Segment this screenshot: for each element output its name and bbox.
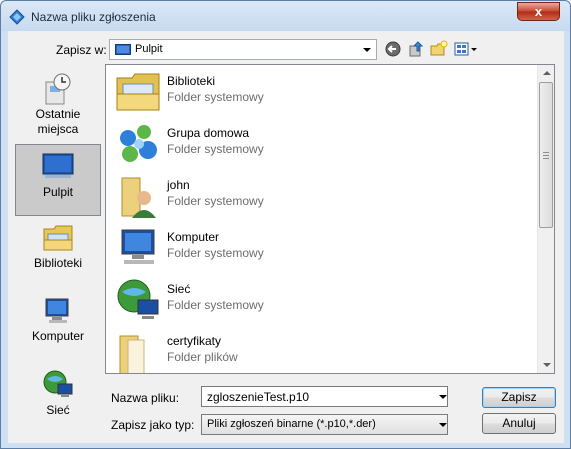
desktop-icon	[42, 153, 74, 178]
certificate-icon	[9, 9, 25, 25]
window-title: Nazwa pliku zgłoszenia	[31, 10, 156, 24]
list-item[interactable]: Komputer Folder systemowy	[106, 221, 536, 273]
list-item[interactable]: Sieć Folder systemowy	[106, 273, 536, 325]
location-value: Pulpit	[135, 43, 163, 55]
save-in-label: Zapisz w:	[56, 43, 107, 57]
filename-label: Nazwa pliku:	[111, 391, 180, 405]
list-item[interactable]: Grupa domowa Folder systemowy	[106, 117, 536, 169]
vertical-scrollbar[interactable]	[537, 65, 554, 373]
network-icon	[117, 279, 159, 319]
place-libraries[interactable]: Biblioteki	[15, 220, 101, 290]
recent-places-icon	[45, 73, 71, 105]
list-item[interactable]: certyfikaty Folder plików	[106, 325, 536, 373]
dialog-client-area: Zapisz w: Pulpit Ostatnie miejsca Pulpit…	[8, 31, 564, 443]
places-bar: Ostatnie miejsca Pulpit Biblioteki Kompu…	[15, 68, 102, 441]
chevron-down-icon[interactable]	[439, 395, 447, 399]
view-menu-icon[interactable]	[453, 40, 479, 58]
place-label: Biblioteki	[33, 256, 83, 270]
file-list[interactable]: Biblioteki Folder systemowy Grupa domowa…	[105, 64, 555, 374]
place-label: Komputer	[31, 329, 85, 343]
file-name: Biblioteki	[167, 74, 216, 88]
folder-icon	[119, 335, 145, 373]
chevron-down-icon[interactable]	[363, 48, 371, 52]
filetype-select[interactable]: Pliki zgłoszeń binarne (*.p10,*.der)	[201, 414, 448, 435]
computer-icon	[45, 298, 69, 323]
scroll-down-icon[interactable]	[543, 363, 551, 367]
place-network[interactable]: Sieć	[15, 367, 101, 437]
list-item[interactable]: john Folder systemowy	[106, 169, 536, 221]
place-desktop[interactable]: Pulpit	[15, 144, 101, 216]
cancel-button[interactable]: Anuluj	[482, 413, 556, 434]
file-name: Komputer	[167, 230, 220, 244]
up-folder-icon[interactable]	[407, 40, 427, 58]
back-icon[interactable]	[384, 40, 404, 58]
user-folder-icon	[121, 177, 156, 218]
file-name: certyfikaty	[167, 334, 222, 348]
title-bar[interactable]: Nazwa pliku zgłoszenia x	[1, 1, 570, 31]
location-dropdown[interactable]: Pulpit	[109, 39, 377, 60]
file-type: Folder systemowy	[167, 90, 264, 104]
save-dialog-window: Nazwa pliku zgłoszenia x Zapisz w: Pulpi…	[0, 0, 571, 449]
libraries-icon	[116, 73, 160, 111]
network-icon	[43, 370, 73, 397]
file-type: Folder systemowy	[167, 246, 264, 260]
place-label: Sieć	[46, 403, 70, 417]
filename-input[interactable]: zgloszenieTest.p10	[201, 386, 448, 407]
close-button[interactable]: x	[517, 2, 560, 21]
libraries-icon	[43, 225, 73, 251]
file-type: Folder systemowy	[167, 298, 264, 312]
place-computer[interactable]: Komputer	[15, 293, 101, 363]
place-label: Pulpit	[42, 185, 74, 199]
computer-icon	[121, 229, 155, 264]
file-type: Folder systemowy	[167, 142, 264, 156]
scroll-thumb[interactable]	[539, 82, 553, 228]
place-recent[interactable]: Ostatnie miejsca	[15, 72, 101, 142]
chevron-down-icon[interactable]	[439, 423, 447, 427]
file-type: Folder systemowy	[167, 194, 264, 208]
file-name: john	[167, 178, 190, 192]
place-label: Ostatnie miejsca	[35, 107, 81, 136]
file-name: Sieć	[167, 282, 191, 296]
new-folder-icon[interactable]	[429, 40, 449, 58]
scroll-up-icon[interactable]	[543, 71, 551, 75]
homegroup-icon	[120, 125, 157, 162]
file-type: Folder plików	[167, 350, 238, 364]
save-button[interactable]: Zapisz	[482, 387, 556, 408]
desktop-icon	[115, 44, 131, 55]
file-name: Grupa domowa	[167, 126, 250, 140]
filetype-label: Zapisz jako typ:	[111, 418, 195, 432]
list-item[interactable]: Biblioteki Folder systemowy	[106, 65, 536, 117]
